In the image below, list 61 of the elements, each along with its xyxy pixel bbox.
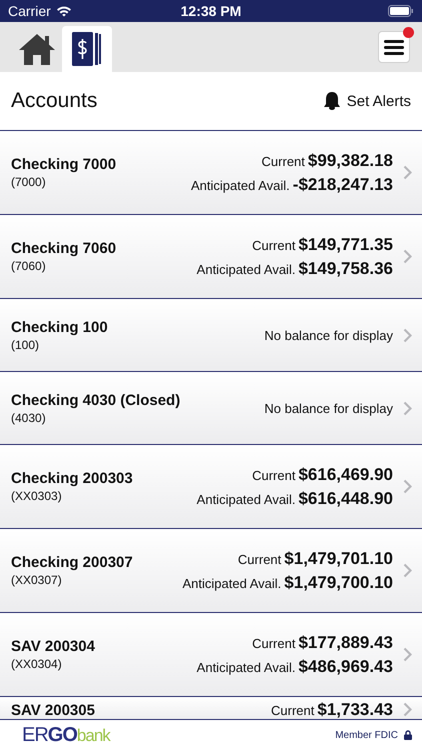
- balance-label: Anticipated Avail.: [182, 576, 282, 590]
- balance-amount: $149,758.36: [298, 258, 393, 278]
- account-number: (100): [11, 338, 40, 352]
- balance-label: Current: [238, 552, 282, 566]
- chevron-icon: [403, 479, 412, 494]
- account-number: (XX0307): [11, 573, 63, 587]
- account-name: Checking 200307: [11, 554, 134, 571]
- dollar-cards-icon: [71, 31, 103, 67]
- balance-amount: $486,969.43: [298, 656, 393, 676]
- no-balance-message: No balance for display: [264, 400, 393, 416]
- account-name: Checking 7000: [11, 156, 118, 173]
- chevron-icon: [403, 563, 412, 578]
- balance-amount: $149,771.35: [298, 234, 393, 254]
- bank-logo: ERGObank: [22, 724, 110, 746]
- status-time: 12:38 PM: [180, 3, 242, 19]
- nav-tab[interactable]: [62, 26, 112, 72]
- chevron-icon: [403, 647, 412, 662]
- balance-amount: -$218,247.13: [292, 174, 393, 194]
- balance-amount: $616,448.90: [298, 488, 393, 508]
- set-alerts-button[interactable]: Set Alerts: [322, 91, 411, 111]
- chevron-icon: [403, 702, 412, 716]
- lock-icon: [404, 730, 412, 740]
- carrier-label: Carrier: [8, 3, 51, 19]
- balance-label: Anticipated Avail.: [196, 492, 296, 506]
- account-name: Checking 200303: [11, 470, 134, 487]
- chevron-icon: [403, 165, 412, 180]
- page-title: Accounts: [11, 89, 98, 113]
- menu-icon: [384, 39, 404, 55]
- balance-amount: $1,479,701.10: [284, 548, 393, 568]
- account-name: Checking 7060: [11, 240, 118, 257]
- no-balance-message: No balance for display: [264, 328, 393, 342]
- balance-amount: $616,469.90: [298, 464, 393, 484]
- account-name: Checking 4030 (Closed): [11, 392, 182, 408]
- account-name: SAV 200305: [11, 703, 96, 718]
- balance-label: Current: [252, 238, 296, 252]
- wifi-icon: [56, 5, 72, 17]
- account-name: Checking 100: [11, 318, 109, 336]
- balance-label: Anticipated Avail.: [196, 262, 296, 276]
- balance-label: Current: [252, 468, 296, 482]
- battery-icon: [388, 5, 414, 17]
- balance-amount: $177,889.43: [298, 632, 393, 652]
- chevron-icon: [403, 328, 412, 342]
- house-icon: [18, 32, 56, 66]
- balance-amount: $1,479,700.10: [284, 572, 393, 592]
- balance-amount: $1,733.43: [317, 700, 393, 718]
- balance-label: Anticipated Avail.: [196, 660, 296, 674]
- account-number: (XX0304): [11, 657, 63, 671]
- balance-label: Anticipated Avail.: [191, 178, 290, 192]
- account-name: SAV 200304: [11, 638, 96, 655]
- fdic-label: Member FDIC: [335, 730, 398, 740]
- balance-label: Current: [252, 636, 296, 650]
- balance-label: Current: [262, 154, 305, 168]
- chevron-icon: [403, 249, 412, 264]
- account-number: (XX0303): [11, 489, 63, 503]
- account-number: (4030): [11, 410, 47, 424]
- bell-icon: [322, 91, 341, 111]
- balance-amount: $99,382.18: [308, 150, 393, 170]
- balance-label: Current: [271, 704, 314, 716]
- account-number: (7000): [11, 175, 47, 189]
- account-number: (7060): [11, 259, 47, 273]
- chevron-icon: [403, 400, 412, 416]
